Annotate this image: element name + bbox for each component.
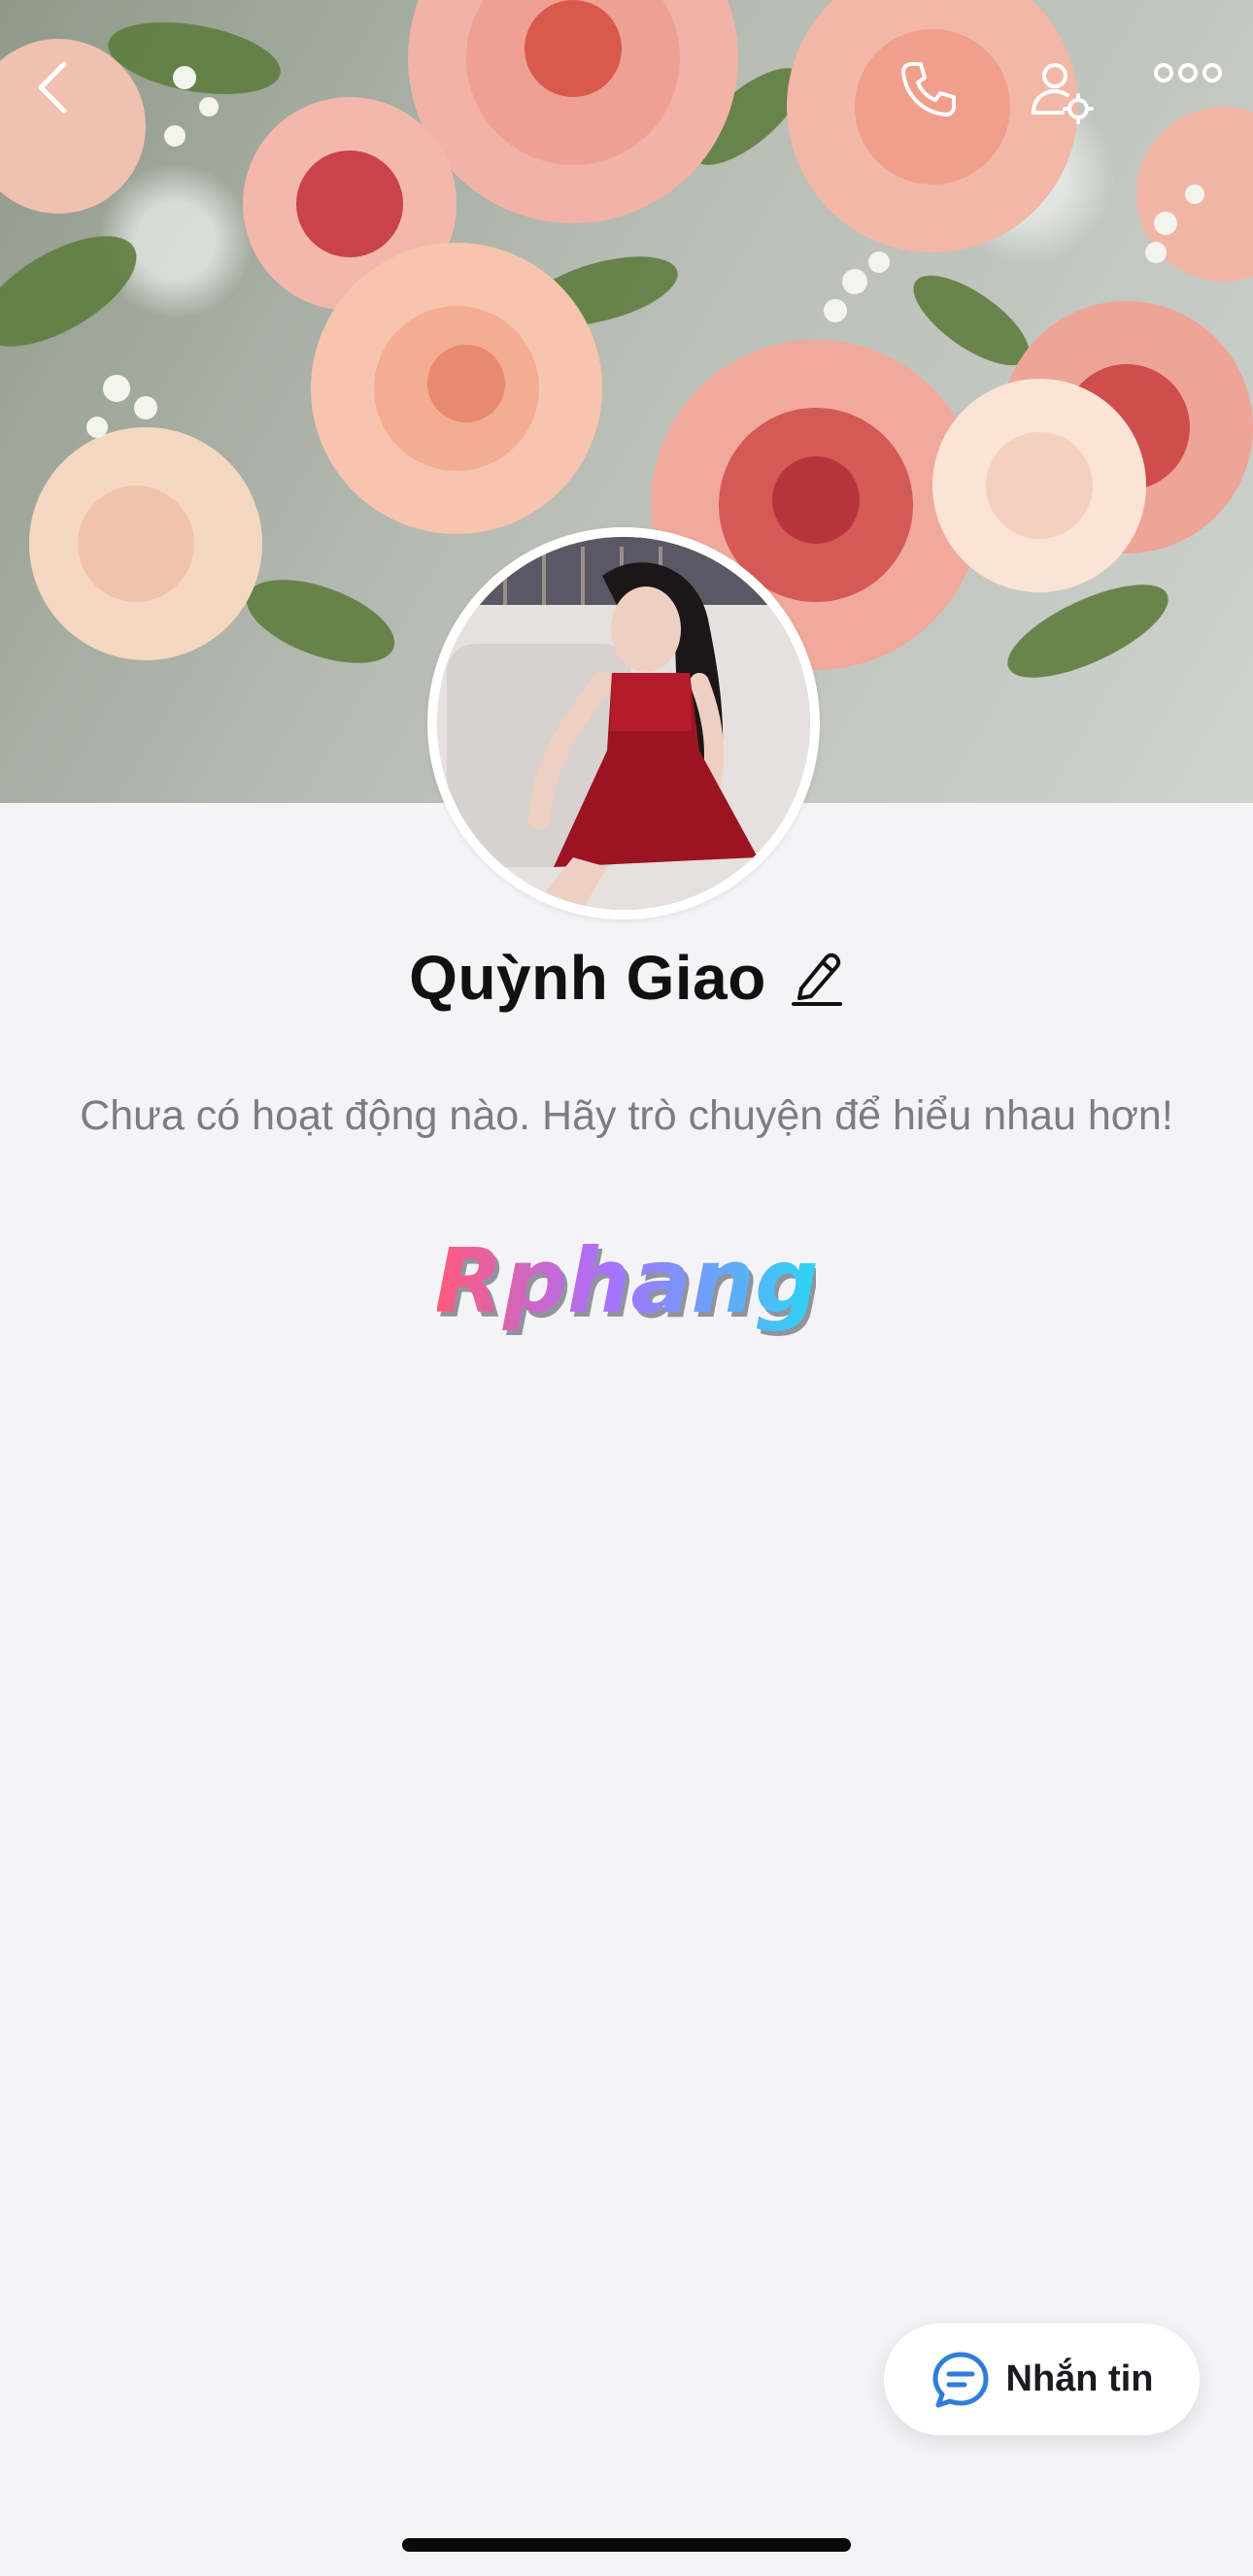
- profile-settings-button[interactable]: [1028, 58, 1105, 136]
- empty-activity-text: Chưa có hoạt động nào. Hãy trò chuyện để…: [80, 1092, 1173, 1139]
- avatar-photo: [437, 537, 810, 910]
- pencil-icon: [791, 953, 842, 1006]
- edit-name-button[interactable]: [790, 948, 844, 1008]
- brand-logo: Rphang Rphang: [434, 1228, 823, 1345]
- more-icon: [1154, 63, 1222, 83]
- back-button[interactable]: [33, 58, 91, 136]
- profile-name: Quỳnh Giao: [409, 943, 766, 1013]
- brand-logo-text: Rphang: [437, 1229, 816, 1333]
- profile-name-row: Quỳnh Giao: [0, 942, 1253, 1014]
- call-button[interactable]: [897, 58, 967, 136]
- chevron-left-icon: [38, 61, 67, 114]
- chat-bubble-icon: [932, 2352, 988, 2407]
- send-message-button[interactable]: Nhắn tin: [884, 2324, 1200, 2435]
- phone-icon: [901, 62, 956, 117]
- send-message-label: Nhắn tin: [1005, 2359, 1154, 2399]
- user-settings-icon: [1032, 63, 1094, 124]
- avatar-person-illustration: [437, 537, 810, 910]
- home-indicator: [402, 2538, 851, 2552]
- avatar[interactable]: [427, 527, 820, 920]
- more-button[interactable]: [1154, 58, 1226, 136]
